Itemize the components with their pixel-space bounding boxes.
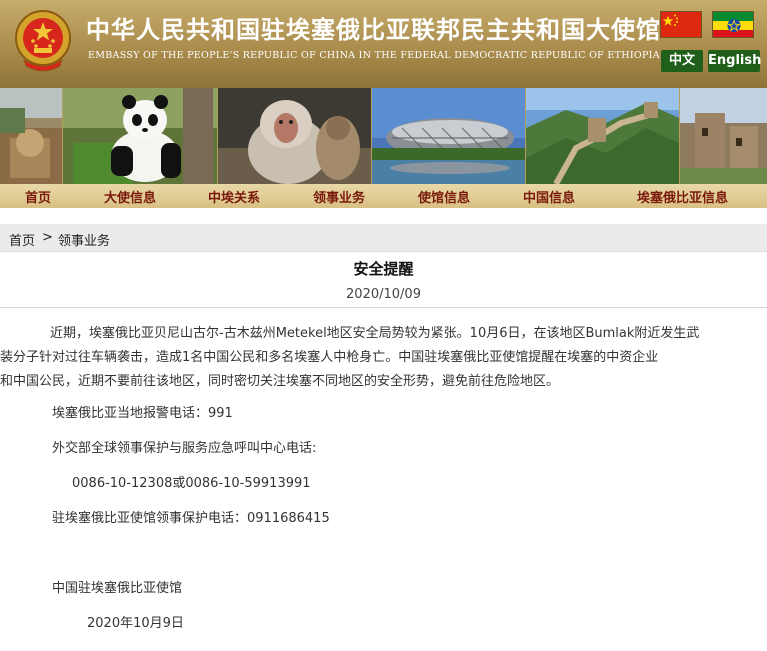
- banner-photo-panda: [63, 88, 217, 184]
- china-flag-icon[interactable]: [660, 11, 702, 38]
- nav-item-china-info[interactable]: 中国信息: [523, 187, 575, 206]
- site-header: 中华人民共和国驻埃塞俄比亚联邦民主共和国大使馆 EMBASSY OF THE P…: [0, 0, 767, 88]
- banner-photo-birds-nest-stadium: [372, 88, 525, 184]
- breadcrumb-home-link[interactable]: 首页: [9, 230, 35, 249]
- site-title-en: EMBASSY OF THE PEOPLE'S REPUBLIC OF CHIN…: [88, 50, 660, 61]
- nav-item-ambassador[interactable]: 大使信息: [104, 187, 156, 206]
- national-emblem-icon: [15, 10, 71, 72]
- language-english-button[interactable]: English: [708, 50, 761, 72]
- nav-item-consular-affairs[interactable]: 领事业务: [313, 187, 365, 206]
- signature-date: 2020年10月9日: [87, 616, 184, 631]
- main-navigation: 首页 大使信息 中埃关系 领事业务 使馆信息 中国信息 埃塞俄比亚信息: [0, 184, 767, 208]
- ethiopia-flag-icon[interactable]: [712, 11, 754, 38]
- article-title: 安全提醒: [353, 260, 414, 278]
- site-title-cn: 中华人民共和国驻埃塞俄比亚联邦民主共和国大使馆: [86, 16, 661, 44]
- mfa-hotline-numbers: 0086-10-12308或0086-10-59913991: [72, 476, 311, 491]
- nav-item-embassy-info[interactable]: 使馆信息: [418, 187, 470, 206]
- breadcrumb-separator: >: [42, 230, 53, 245]
- article-paragraph: 近期，埃塞俄比亚贝尼山古尔-古木兹州Metekel地区安全局势较为紧张。10月6…: [0, 322, 750, 394]
- police-phone: 埃塞俄比亚当地报警电话：991: [52, 406, 233, 421]
- paragraph-line: 装分子针对过往车辆袭击，造成1名中国公民和多名埃塞人中枪身亡。中国驻埃塞俄比亚使…: [0, 350, 659, 365]
- embassy-protection-phone: 驻埃塞俄比亚使馆领事保护电话：0911686415: [52, 511, 330, 526]
- breadcrumb: 首页 > 领事业务: [0, 224, 767, 252]
- banner-photo-strip: [0, 88, 767, 184]
- mfa-hotline-label: 外交部全球领事保护与服务应急呼叫中心电话:: [52, 441, 317, 456]
- banner-photo-ethiopian-church: [0, 88, 62, 184]
- nav-item-ethiopia-info[interactable]: 埃塞俄比亚信息: [637, 187, 728, 206]
- language-chinese-button[interactable]: 中文: [661, 50, 703, 72]
- banner-photo-great-wall: [526, 88, 679, 184]
- divider: [0, 307, 767, 308]
- signature: 中国驻埃塞俄比亚使馆: [52, 581, 183, 596]
- nav-item-home[interactable]: 首页: [25, 187, 51, 206]
- paragraph-line: 和中国公民，近期不要前往该地区，同时密切关注埃塞不同地区的安全形势，避免前往危险…: [0, 374, 560, 389]
- banner-photo-baboon: [218, 88, 371, 184]
- nav-item-china-ethiopia-relations[interactable]: 中埃关系: [208, 187, 260, 206]
- breadcrumb-current-link[interactable]: 领事业务: [58, 230, 110, 249]
- article-date: 2020/10/09: [346, 287, 421, 302]
- banner-photo-gondar-castle: [680, 88, 767, 184]
- paragraph-line: 近期，埃塞俄比亚贝尼山古尔-古木兹州Metekel地区安全局势较为紧张。10月6…: [50, 326, 700, 341]
